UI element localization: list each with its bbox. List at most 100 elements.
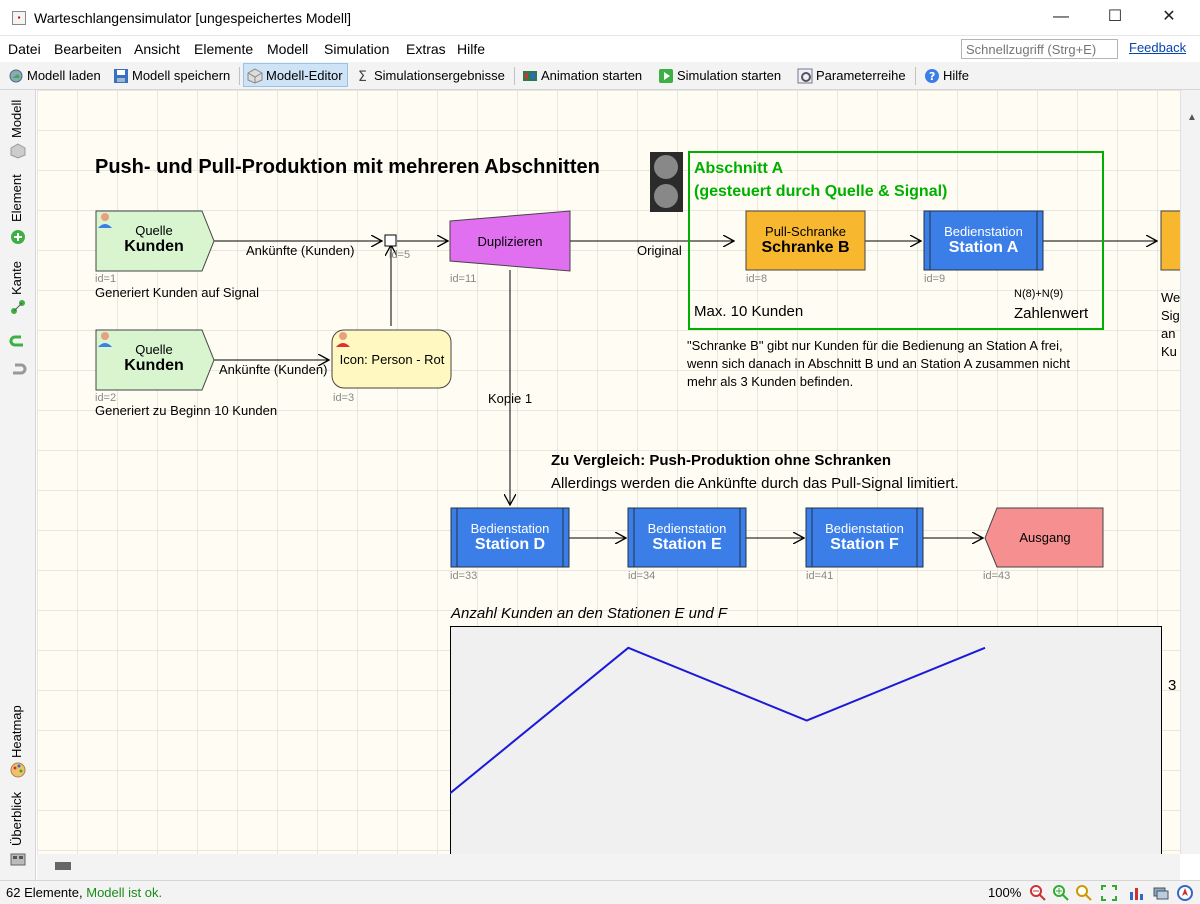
section-a-desc-3: mehr als 3 Kunden befinden. — [687, 374, 854, 389]
toolbar-separator — [239, 67, 240, 85]
layers-icon[interactable] — [1152, 884, 1170, 902]
menu-simulation[interactable]: Simulation — [324, 41, 389, 57]
save-model-button[interactable]: Modell speichern — [110, 64, 234, 88]
menu-hilfe[interactable]: Hilfe — [457, 41, 485, 57]
source-2-node[interactable]: Quelle Kunden — [96, 342, 212, 375]
statistics-icon[interactable] — [1128, 884, 1146, 902]
fit-view-icon[interactable] — [1100, 884, 1118, 902]
horizontal-scrollbar[interactable] — [37, 854, 1180, 880]
minimize-button[interactable]: — — [1038, 0, 1084, 36]
vertical-scrollbar[interactable]: ▲ — [1180, 90, 1200, 854]
cut-off-text-1: We — [1161, 290, 1180, 305]
animation-icon — [523, 71, 537, 81]
node-id: id=43 — [983, 570, 1011, 582]
menu-modell[interactable]: Modell — [267, 41, 308, 57]
station-e-node[interactable]: Bedienstation Station E — [628, 521, 746, 554]
load-model-button[interactable]: Modell laden — [5, 64, 105, 88]
zoom-level: 100% — [988, 885, 1022, 900]
window-title: Warteschlangensimulator [ungespeichertes… — [34, 10, 351, 26]
cut-off-node[interactable] — [1160, 210, 1180, 271]
left-tab-bar: Modell Element Kante Heatmap Überblick — [0, 90, 36, 880]
menu-datei[interactable]: Datei — [8, 41, 41, 57]
tab-edge[interactable]: Kante — [9, 261, 24, 295]
navigator-icon[interactable] — [1176, 884, 1194, 902]
exit-node[interactable]: Ausgang — [987, 530, 1103, 545]
simulation-results-button[interactable]: Σ Simulationsergebnisse — [352, 64, 509, 88]
edge-label-copy-1: Kopie 1 — [488, 391, 533, 406]
node-id: id=8 — [746, 273, 768, 285]
model-canvas[interactable]: Push- und Pull-Produktion mit mehreren A… — [37, 90, 1180, 854]
svg-text:?: ? — [929, 70, 935, 83]
traffic-light-top — [654, 155, 678, 179]
menu-bearbeiten[interactable]: Bearbeiten — [54, 41, 122, 57]
quick-access-input[interactable] — [961, 39, 1118, 59]
help-button[interactable]: ? Hilfe — [921, 64, 973, 88]
source-2-note: Generiert zu Beginn 10 Kunden — [95, 403, 278, 418]
node-id: id=33 — [450, 570, 478, 582]
node-id: id=5 — [389, 249, 411, 261]
edge-label-arrivals-2: Ankünfte (Kunden) — [219, 362, 328, 377]
node-id: id=34 — [628, 570, 656, 582]
compare-title: Zu Vergleich: Push-Produktion ohne Schra… — [551, 452, 892, 469]
section-a-subtitle: (gesteuert durch Quelle & Signal) — [694, 183, 948, 200]
model-status: Modell ist ok. — [86, 885, 163, 900]
load-icon — [9, 69, 23, 83]
scroll-thumb[interactable] — [55, 862, 71, 870]
overview-icon — [10, 853, 26, 866]
toolbar-separator — [915, 67, 916, 85]
menu-ansicht[interactable]: Ansicht — [134, 41, 180, 57]
undo-icon[interactable] — [9, 333, 27, 351]
start-simulation-button[interactable]: Simulation starten — [655, 64, 785, 88]
join-node[interactable] — [384, 234, 397, 247]
cut-off-text-4: Ku — [1161, 344, 1177, 359]
section-a-title: Abschnitt A — [694, 160, 784, 177]
maximize-button[interactable]: ☐ — [1092, 0, 1138, 36]
redo-icon[interactable] — [9, 361, 27, 379]
palette-icon — [10, 762, 26, 778]
tab-heatmap[interactable]: Heatmap — [9, 705, 24, 758]
station-d-node[interactable]: Bedienstation Station D — [451, 521, 569, 554]
menu-elemente[interactable]: Elemente — [194, 41, 253, 57]
scroll-up-icon[interactable]: ▲ — [1187, 112, 1197, 123]
source-1-note: Generiert Kunden auf Signal — [95, 285, 260, 300]
start-animation-button[interactable]: Animation starten — [519, 64, 646, 88]
node-id: id=11 — [450, 273, 477, 285]
icon-node[interactable]: Icon: Person - Rot — [335, 352, 449, 367]
svg-text:Σ: Σ — [358, 69, 367, 84]
chart-title: Anzahl Kunden an den Stationen E und F — [451, 605, 728, 622]
compare-subtitle: Allerdings werden die Ankünfte durch das… — [551, 475, 959, 492]
line-chart[interactable] — [450, 626, 1163, 854]
tab-model[interactable]: Modell — [9, 100, 24, 138]
play-icon — [659, 69, 673, 83]
toolbar-separator — [514, 67, 515, 85]
title-bar: ▪ Warteschlangensimulator [ungespeichert… — [0, 0, 1200, 36]
model-editor-button[interactable]: Modell-Editor — [243, 63, 348, 87]
parameter-series-button[interactable]: Parameterreihe — [794, 64, 910, 88]
zoom-out-icon[interactable] — [1029, 884, 1047, 902]
model-cube-icon — [10, 143, 26, 159]
barrier-node[interactable]: Pull-Schranke Schranke B — [746, 224, 865, 257]
node-id: id=3 — [333, 392, 355, 404]
tab-element[interactable]: Element — [9, 174, 24, 222]
chart-y-tick: 3 — [1168, 677, 1177, 694]
edge-icon — [11, 300, 25, 314]
section-a-max-label: Max. 10 Kunden — [694, 303, 804, 320]
close-button[interactable]: ✕ — [1146, 0, 1192, 36]
zoom-reset-icon[interactable] — [1075, 884, 1093, 902]
counter-formula: N(8)+N(9) — [1014, 288, 1064, 300]
feedback-link[interactable]: Feedback — [1129, 40, 1186, 55]
sigma-icon: Σ — [358, 69, 367, 84]
add-element-icon — [11, 230, 25, 244]
duplicate-node[interactable]: Duplizieren — [450, 234, 570, 249]
status-text: 62 Elemente, Modell ist ok. — [6, 885, 162, 900]
station-a-node[interactable]: Bedienstation Station A — [924, 224, 1043, 257]
station-f-node[interactable]: Bedienstation Station F — [806, 521, 923, 554]
tab-overview[interactable]: Überblick — [9, 792, 24, 846]
source-1-node[interactable]: Quelle Kunden — [96, 223, 212, 256]
status-bar: 62 Elemente, Modell ist ok. 100% — [0, 880, 1200, 904]
node-id: id=1 — [95, 273, 117, 285]
zoom-in-icon[interactable] — [1052, 884, 1070, 902]
page-title: Push- und Pull-Produktion mit mehreren A… — [95, 156, 600, 178]
counter-label[interactable]: Zahlenwert — [1014, 305, 1088, 322]
menu-extras[interactable]: Extras — [406, 41, 446, 57]
